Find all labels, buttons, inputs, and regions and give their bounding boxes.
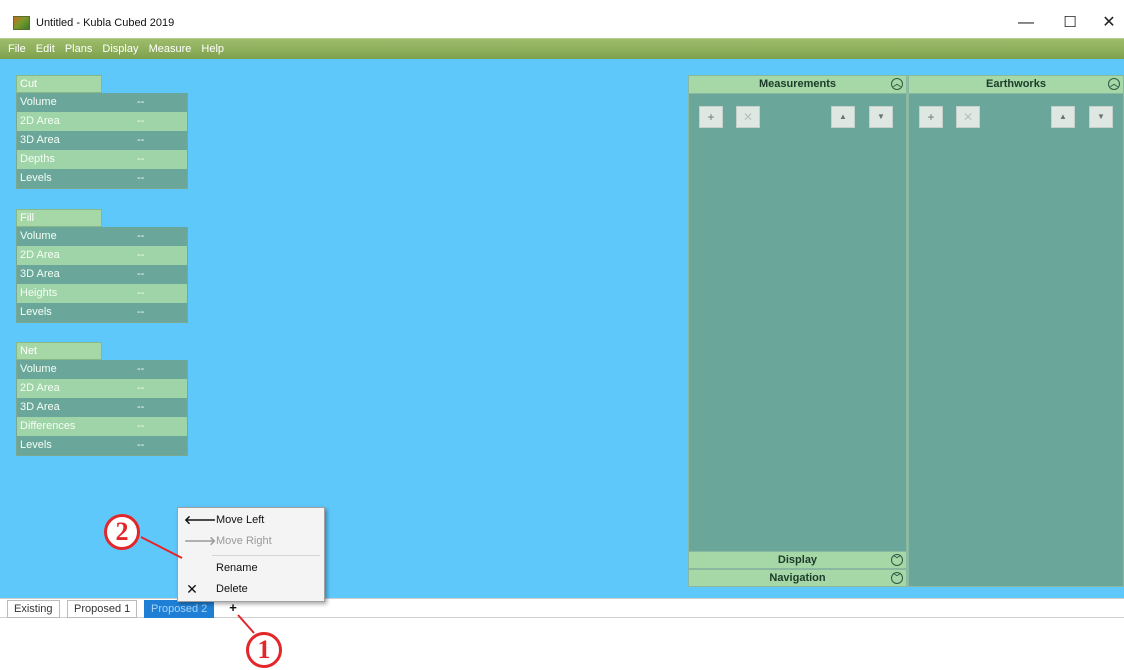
earthworks-header[interactable]: Earthworks ︿ (909, 76, 1123, 94)
menu-measure[interactable]: Measure (149, 39, 192, 59)
menu-display[interactable]: Display (102, 39, 138, 59)
minimize-button[interactable]: — (1006, 12, 1046, 34)
menu-edit[interactable]: Edit (36, 39, 55, 59)
tab-proposed-2[interactable]: Proposed 2 (144, 600, 215, 618)
menu-item-move-left[interactable]: 🡐 Move Left (178, 510, 324, 531)
move-down-button[interactable]: ▼ (1089, 106, 1113, 128)
plan-tabs: Existing Proposed 1 Proposed 2 + (0, 598, 1124, 618)
table-row: Volume -- (16, 360, 188, 379)
table-row: 2D Area -- (16, 246, 188, 265)
arrow-left-icon: 🡐 (184, 513, 217, 527)
expand-icon[interactable]: ﹀ (891, 572, 903, 584)
earthworks-panel: Earthworks ︿ + ✕ ▲ ▼ (908, 75, 1124, 587)
window-title: Untitled - Kubla Cubed 2019 (36, 17, 175, 29)
display-header[interactable]: Display ﹀ (688, 551, 907, 569)
collapse-icon[interactable]: ︿ (1108, 78, 1120, 90)
display-title: Display (777, 554, 818, 566)
tab-proposed-1[interactable]: Proposed 1 (67, 600, 138, 618)
move-up-button[interactable]: ▲ (1051, 106, 1075, 128)
collapse-icon[interactable]: ︿ (891, 78, 903, 90)
menu-item-delete[interactable]: ✕ Delete (178, 579, 324, 600)
maximize-button[interactable]: ☐ (1050, 12, 1090, 34)
delete-icon: ✕ (186, 581, 198, 597)
table-row: Levels -- (16, 303, 188, 322)
cut-group: Cut Volume -- 2D Area -- 3D Area -- Depths -… (16, 75, 188, 189)
measurements-panel: Measurements ︿ + ✕ ▲ ▼ (688, 75, 907, 587)
table-row: 2D Area -- (16, 379, 188, 398)
cut-title: Cut (16, 75, 102, 93)
app-icon (13, 16, 30, 30)
menu-file[interactable]: File (8, 39, 26, 59)
add-earthwork-button[interactable]: + (919, 106, 943, 128)
table-row: Volume -- (16, 227, 188, 246)
menu-plans[interactable]: Plans (65, 39, 93, 59)
fill-title: Fill (16, 209, 102, 227)
net-group: Net Volume -- 2D Area -- 3D Area -- Differe… (16, 342, 188, 456)
table-row: 2D Area -- (16, 112, 188, 131)
delete-earthwork-button[interactable]: ✕ (956, 106, 980, 128)
table-row: 3D Area -- (16, 131, 188, 150)
table-row: 3D Area -- (16, 265, 188, 284)
table-row: 3D Area -- (16, 398, 188, 417)
move-down-button[interactable]: ▼ (869, 106, 893, 128)
app-window: Untitled - Kubla Cubed 2019 — ☐ ✕ File E… (0, 0, 1124, 670)
earthworks-title: Earthworks (986, 78, 1046, 90)
navigation-title: Navigation (769, 572, 826, 584)
menu-divider (212, 555, 320, 556)
measurements-title: Measurements (758, 78, 837, 90)
table-row: Volume -- (16, 93, 188, 112)
net-title: Net (16, 342, 102, 360)
menu-bar: File Edit Plans Display Measure Help (0, 38, 1124, 59)
table-row: Depths -- (16, 150, 188, 169)
callout-1: 1 (246, 632, 282, 668)
delete-measurement-button[interactable]: ✕ (736, 106, 760, 128)
menu-item-move-right[interactable]: 🡒 Move Right (178, 531, 324, 552)
table-row: Levels -- (16, 436, 188, 455)
move-up-button[interactable]: ▲ (831, 106, 855, 128)
measurements-header[interactable]: Measurements ︿ (689, 76, 906, 94)
tab-context-menu: 🡐 Move Left 🡒 Move Right Rename ✕ Delete (177, 507, 325, 602)
arrow-right-icon: 🡒 (184, 534, 217, 548)
close-button[interactable]: ✕ (1094, 12, 1124, 34)
table-row: Heights -- (16, 284, 188, 303)
table-row: Differences -- (16, 417, 188, 436)
menu-item-rename[interactable]: Rename (178, 558, 324, 579)
title-bar: Untitled - Kubla Cubed 2019 — ☐ ✕ (0, 0, 1124, 38)
fill-group: Fill Volume -- 2D Area -- 3D Area -- Height… (16, 209, 188, 323)
navigation-header[interactable]: Navigation ﹀ (688, 569, 907, 587)
tab-existing[interactable]: Existing (7, 600, 60, 618)
menu-help[interactable]: Help (201, 39, 224, 59)
table-row: Levels -- (16, 169, 188, 188)
add-measurement-button[interactable]: + (699, 106, 723, 128)
callout-2: 2 (104, 514, 140, 550)
expand-icon[interactable]: ﹀ (891, 554, 903, 566)
